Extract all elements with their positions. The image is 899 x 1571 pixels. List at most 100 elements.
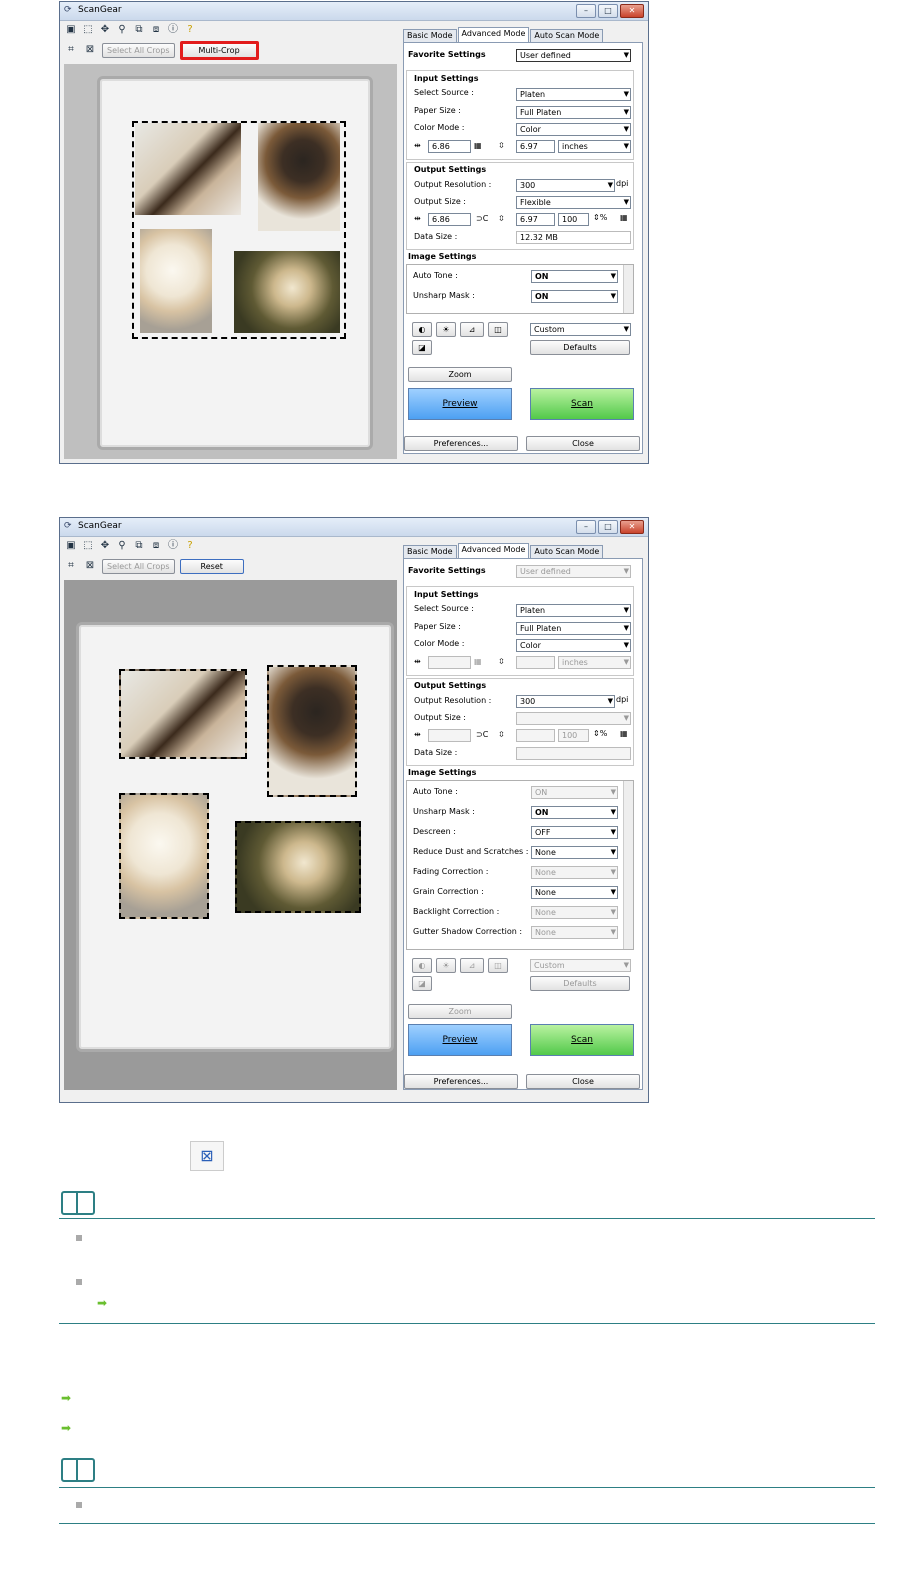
- unsharp-mask-select[interactable]: ON ▼: [531, 290, 618, 303]
- info-icon[interactable]: ⓘ: [166, 539, 180, 553]
- auto-tone-select[interactable]: ON ▼: [531, 270, 618, 283]
- tone-curve-icon[interactable]: ◫: [488, 958, 508, 973]
- rotate-icon[interactable]: ⧉: [132, 539, 146, 553]
- arrow-icon[interactable]: ➡: [61, 1421, 71, 1435]
- help-icon[interactable]: ?: [183, 23, 197, 37]
- crop-icon[interactable]: ⬚: [81, 23, 95, 37]
- backlight-correction-select[interactable]: None ▼: [531, 906, 618, 919]
- minimize-button[interactable]: –: [576, 520, 596, 534]
- input-width-field[interactable]: 6.86: [428, 140, 471, 153]
- crop-icon[interactable]: ⬚: [81, 539, 95, 553]
- zoom-icon[interactable]: ⚲: [115, 23, 129, 37]
- crop-photo[interactable]: [267, 665, 357, 797]
- defaults-button[interactable]: Defaults: [530, 340, 630, 355]
- grain-correction-select[interactable]: None ▼: [531, 886, 618, 899]
- zoom-icon[interactable]: ⚲: [115, 539, 129, 553]
- scale-percent-field[interactable]: 100: [558, 729, 589, 742]
- multi-crop-button[interactable]: Multi-Crop: [179, 40, 259, 60]
- contrast-icon[interactable]: ☀: [436, 322, 456, 337]
- select-all-crops-button[interactable]: Select All Crops: [102, 558, 175, 574]
- close-button[interactable]: Close: [526, 436, 640, 451]
- gutter-shadow-select[interactable]: None ▼: [531, 926, 618, 939]
- crop-photo[interactable]: [119, 669, 247, 759]
- help-icon[interactable]: ?: [183, 539, 197, 553]
- thumbnail-icon[interactable]: ▣: [64, 539, 78, 553]
- threshold-icon[interactable]: ◪: [412, 976, 432, 991]
- info-icon[interactable]: ⓘ: [166, 23, 180, 37]
- move-icon[interactable]: ✥: [98, 539, 112, 553]
- output-width-field[interactable]: 6.86: [428, 213, 471, 226]
- lock-aspect-icon[interactable]: ▦: [474, 657, 482, 666]
- tab-advanced-mode[interactable]: Advanced Mode: [457, 27, 530, 42]
- tab-auto-scan-mode[interactable]: Auto Scan Mode: [530, 29, 604, 42]
- histogram-icon[interactable]: ⊿: [460, 322, 484, 337]
- unsharp-mask-select[interactable]: ON ▼: [531, 806, 618, 819]
- custom-select[interactable]: Custom ▼: [530, 323, 631, 336]
- tab-basic-mode[interactable]: Basic Mode: [403, 29, 457, 42]
- brightness-icon[interactable]: ◐: [412, 322, 432, 337]
- paper-size-select[interactable]: Full Platen ▼: [516, 622, 631, 635]
- auto-crop-icon[interactable]: ⌗: [64, 559, 78, 573]
- tab-auto-scan-mode[interactable]: Auto Scan Mode: [530, 545, 604, 558]
- favorite-settings-select[interactable]: User defined ▼: [516, 49, 631, 62]
- brightness-icon[interactable]: ◐: [412, 958, 432, 973]
- fading-correction-select[interactable]: None ▼: [531, 866, 618, 879]
- close-window-button[interactable]: ✕: [620, 520, 644, 534]
- favorite-settings-select[interactable]: User defined ▼: [516, 565, 631, 578]
- output-size-select[interactable]: ▼: [516, 712, 631, 725]
- frames-icon[interactable]: ⧈: [149, 23, 163, 37]
- scale-percent-field[interactable]: 100: [558, 213, 589, 226]
- close-button[interactable]: Close: [526, 1074, 640, 1089]
- close-window-button[interactable]: ✕: [620, 4, 644, 18]
- scrollbar[interactable]: [623, 781, 633, 949]
- size-swap-icon[interactable]: ▦: [620, 213, 628, 222]
- preferences-button[interactable]: Preferences...: [404, 436, 518, 451]
- minimize-button[interactable]: –: [576, 4, 596, 18]
- tab-advanced-mode[interactable]: Advanced Mode: [457, 543, 530, 558]
- output-resolution-select[interactable]: 300 ▼: [516, 695, 615, 708]
- scan-button[interactable]: Scan: [530, 388, 634, 420]
- defaults-button[interactable]: Defaults: [530, 976, 630, 991]
- zoom-button[interactable]: Zoom: [408, 367, 512, 382]
- scrollbar[interactable]: [623, 265, 633, 313]
- remove-crop-icon[interactable]: ⊠: [83, 559, 97, 573]
- units-select[interactable]: inches ▼: [558, 140, 631, 153]
- output-width-field[interactable]: [428, 729, 471, 742]
- reset-button[interactable]: Reset: [179, 558, 244, 574]
- scale-spinner[interactable]: ⇕%: [593, 729, 607, 738]
- auto-crop-icon[interactable]: ⌗: [64, 43, 78, 57]
- scan-button[interactable]: Scan: [530, 1024, 634, 1056]
- select-all-crops-button[interactable]: Select All Crops: [102, 42, 175, 58]
- contrast-icon[interactable]: ☀: [436, 958, 456, 973]
- auto-tone-select[interactable]: ON ▼: [531, 786, 618, 799]
- tab-basic-mode[interactable]: Basic Mode: [403, 545, 457, 558]
- output-resolution-select[interactable]: 300 ▼: [516, 179, 615, 192]
- scale-spinner[interactable]: ⇕%: [593, 213, 607, 222]
- zoom-button[interactable]: Zoom: [408, 1004, 512, 1019]
- crop-frame[interactable]: [132, 121, 346, 339]
- input-height-field[interactable]: 6.97: [516, 140, 555, 153]
- frames-icon[interactable]: ⧈: [149, 539, 163, 553]
- preview-button[interactable]: Preview: [408, 1024, 512, 1056]
- crop-photo[interactable]: [235, 821, 361, 913]
- color-mode-select[interactable]: Color ▼: [516, 123, 631, 136]
- threshold-icon[interactable]: ◪: [412, 340, 432, 355]
- output-height-field[interactable]: 6.97: [516, 213, 555, 226]
- arrow-icon[interactable]: ➡: [61, 1391, 71, 1405]
- input-height-field[interactable]: [516, 656, 555, 669]
- select-source-select[interactable]: Platen ▼: [516, 88, 631, 101]
- preview-area[interactable]: [64, 580, 397, 1090]
- rotate-icon[interactable]: ⧉: [132, 23, 146, 37]
- lock-aspect-icon[interactable]: ▦: [474, 141, 482, 150]
- size-swap-icon[interactable]: ▦: [620, 729, 628, 738]
- preview-area[interactable]: [64, 64, 397, 459]
- thumbnail-icon[interactable]: ▣: [64, 23, 78, 37]
- crop-photo[interactable]: [119, 793, 209, 919]
- remove-crop-icon[interactable]: ⊠: [83, 43, 97, 57]
- input-width-field[interactable]: [428, 656, 471, 669]
- color-mode-select[interactable]: Color ▼: [516, 639, 631, 652]
- output-size-select[interactable]: Flexible ▼: [516, 196, 631, 209]
- move-icon[interactable]: ✥: [98, 23, 112, 37]
- maximize-button[interactable]: □: [598, 520, 618, 534]
- preferences-button[interactable]: Preferences...: [404, 1074, 518, 1089]
